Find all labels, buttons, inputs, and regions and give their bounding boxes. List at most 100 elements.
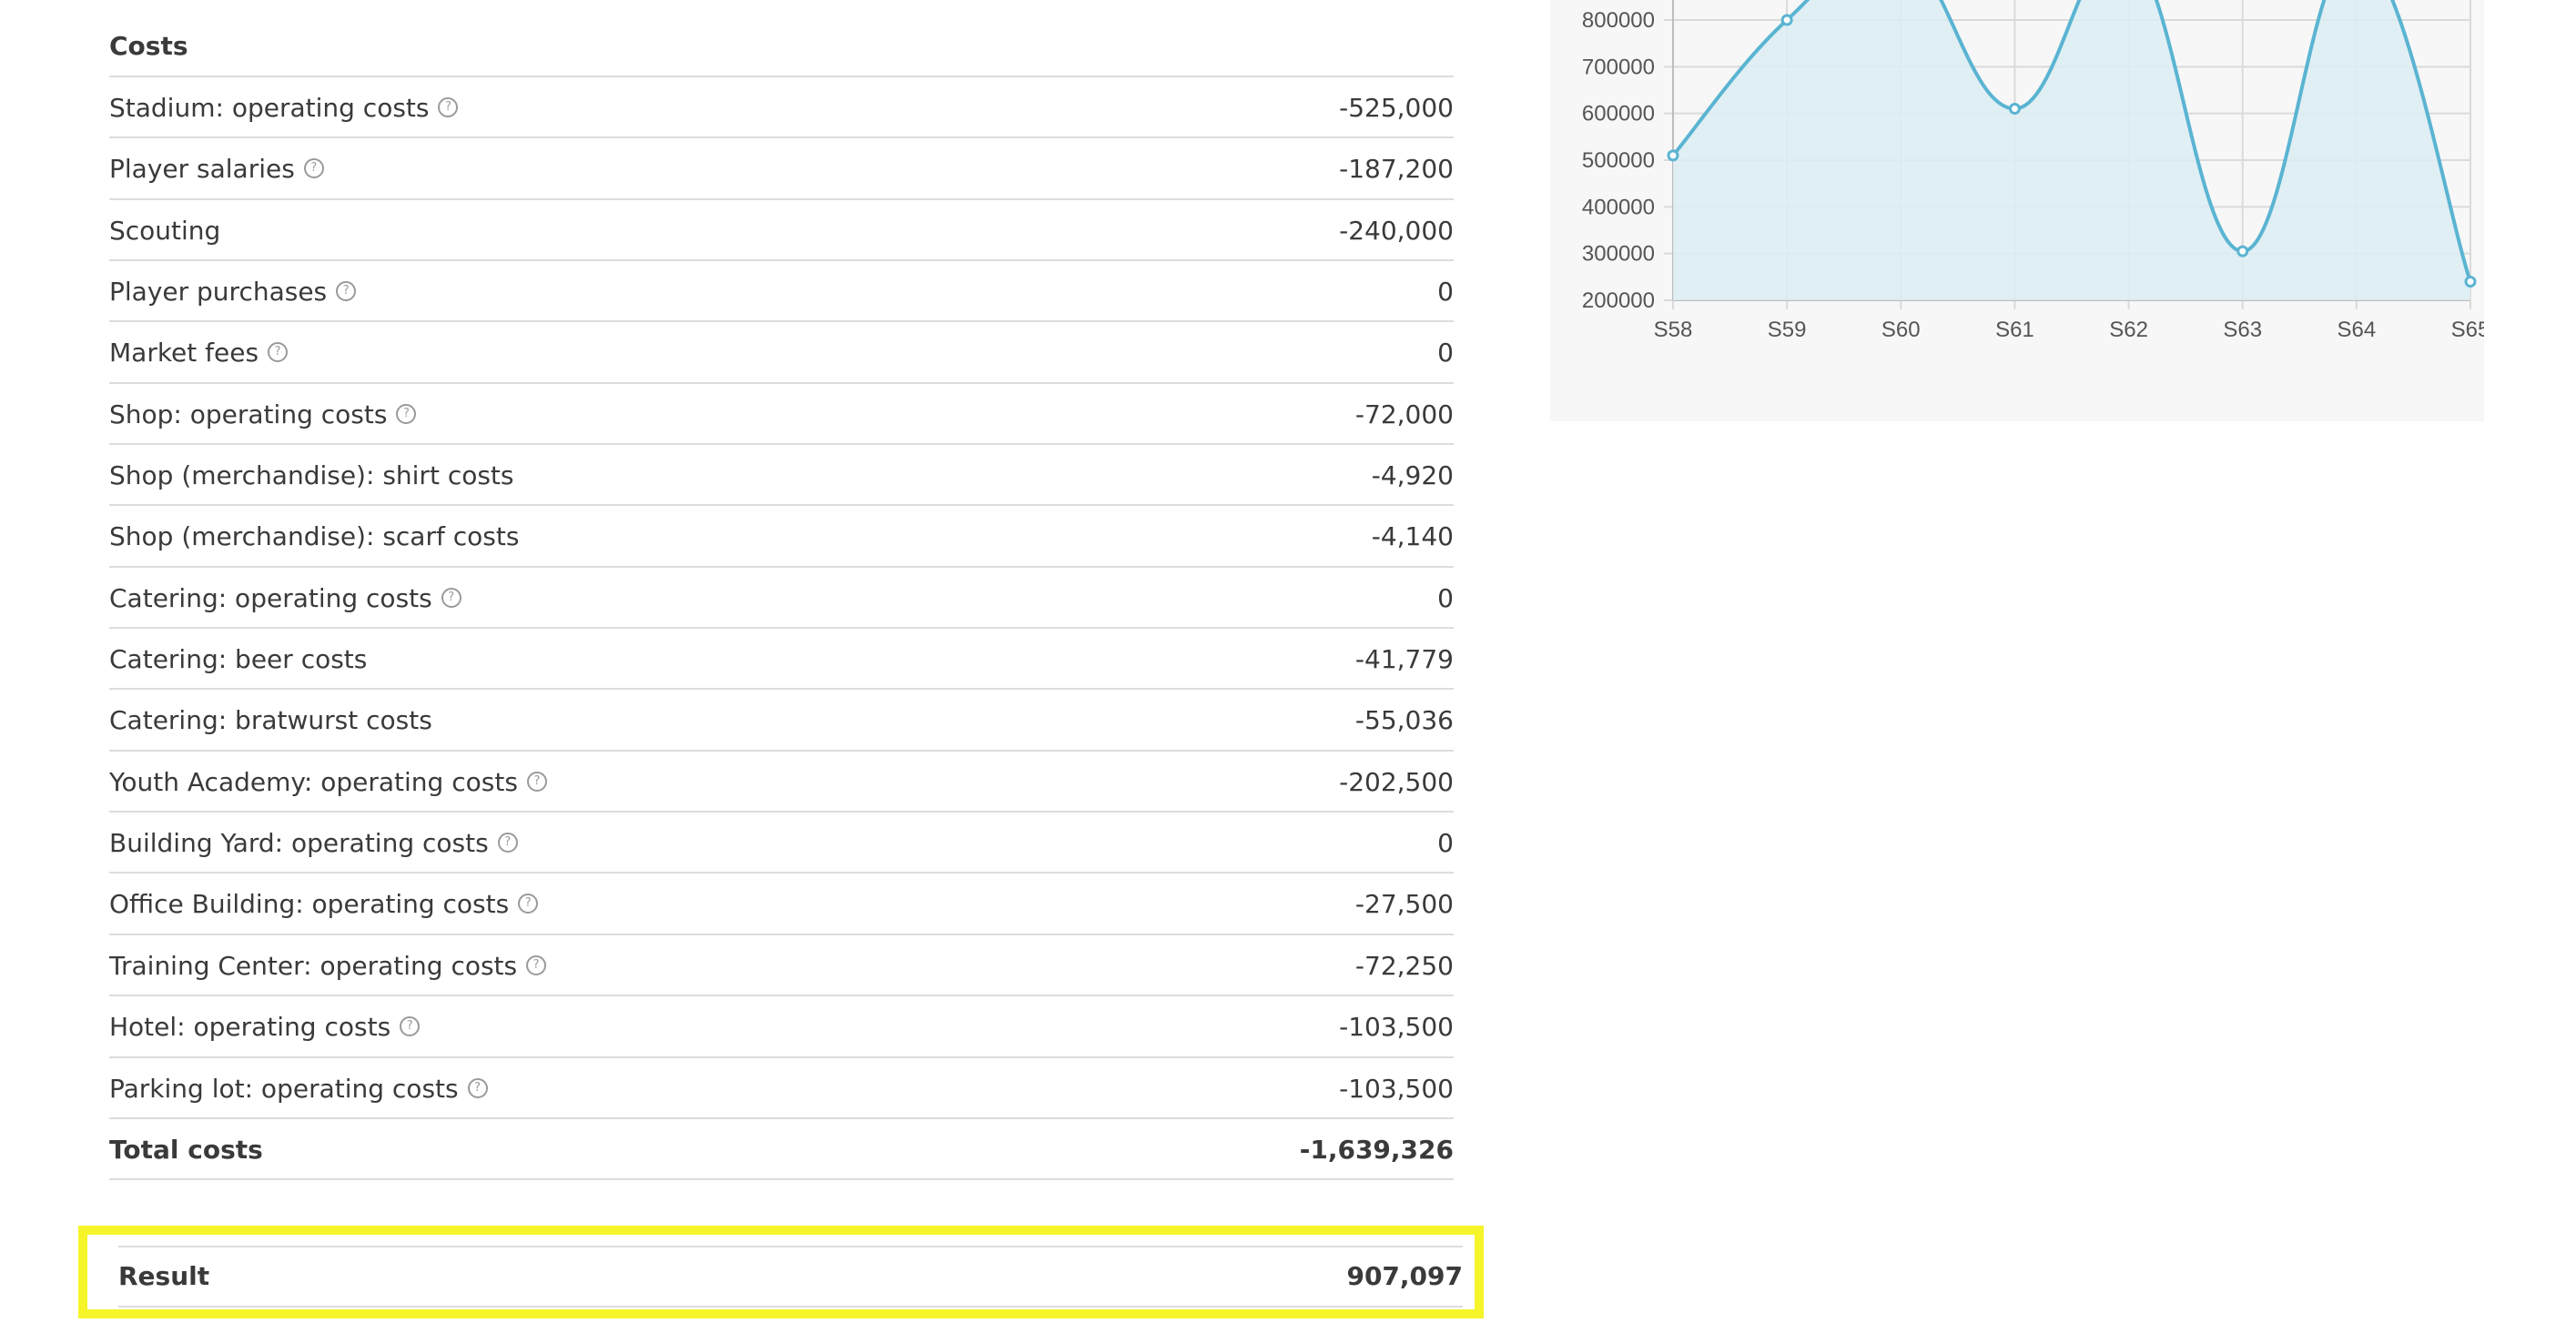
- cost-label-text: Shop (merchandise): scarf costs: [109, 521, 520, 552]
- data-point[interactable]: [1667, 149, 1679, 162]
- result-highlight: Result 907,097: [78, 1226, 1484, 1318]
- cost-label: Shop (merchandise): shirt costs: [109, 445, 514, 506]
- y-tick-label: 300000: [1582, 242, 1655, 267]
- cost-value: 0: [1437, 582, 1454, 613]
- series-area: [1673, 0, 2470, 300]
- x-tick-label: S61: [1995, 318, 2034, 342]
- help-icon[interactable]: ?: [268, 342, 289, 363]
- data-point[interactable]: [2236, 245, 2249, 258]
- cost-label-text: Shop: operating costs: [109, 399, 388, 429]
- help-icon[interactable]: ?: [438, 97, 459, 117]
- costs-table-header: Costs: [109, 15, 1454, 77]
- y-tick-label: 200000: [1582, 288, 1655, 313]
- help-icon[interactable]: ?: [497, 833, 518, 853]
- help-icon[interactable]: ?: [400, 1016, 421, 1037]
- cost-label-text: Hotel: operating costs: [109, 1012, 391, 1043]
- y-tick-label: 800000: [1582, 8, 1655, 33]
- data-point[interactable]: [2464, 275, 2477, 288]
- cost-label: Parking lot: operating costs?: [109, 1058, 488, 1119]
- cost-row: Shop (merchandise): shirt costs -4,920: [109, 445, 1454, 507]
- cost-row: Market fees? 0: [109, 322, 1454, 384]
- cost-label-text: Player purchases: [109, 277, 328, 308]
- help-icon[interactable]: ?: [336, 281, 357, 302]
- cost-label-text: Market fees: [109, 338, 259, 369]
- x-tick-label: S64: [2338, 318, 2377, 342]
- data-point[interactable]: [1780, 14, 1793, 26]
- cost-label-text: Scouting: [109, 215, 221, 246]
- help-icon[interactable]: ?: [467, 1077, 488, 1098]
- x-tick-label: S59: [1768, 318, 1807, 342]
- cost-label-text: Stadium: operating costs: [109, 93, 430, 123]
- cost-row: Training Center: operating costs? -72,250: [109, 935, 1454, 997]
- cost-label-text: Shop (merchandise): shirt costs: [109, 460, 514, 491]
- x-tick-label: S58: [1654, 318, 1693, 342]
- cost-label: Player salaries?: [109, 138, 324, 199]
- cost-label: Shop (merchandise): scarf costs: [109, 506, 519, 567]
- y-tick-label: 500000: [1582, 148, 1655, 173]
- help-icon[interactable]: ?: [441, 587, 461, 608]
- cost-label: Player purchases?: [109, 261, 357, 322]
- cost-value: -55,036: [1354, 705, 1454, 736]
- cost-label: Stadium: operating costs?: [109, 77, 459, 138]
- cost-label-text: Catering: beer costs: [109, 644, 368, 675]
- cost-label-text: Youth Academy: operating costs: [109, 766, 518, 797]
- total-costs-value: -1,639,326: [1299, 1134, 1454, 1165]
- cost-row: Catering: beer costs -41,779: [109, 629, 1454, 691]
- cost-label-text: Catering: operating costs: [109, 582, 432, 613]
- cost-label: Catering: beer costs: [109, 629, 367, 690]
- cost-label-text: Catering: bratwurst costs: [109, 705, 432, 736]
- help-icon[interactable]: ?: [526, 771, 547, 792]
- cost-label: Shop: operating costs?: [109, 384, 417, 445]
- y-tick-label: 600000: [1582, 102, 1655, 126]
- cost-value: -525,000: [1339, 93, 1454, 123]
- cost-row: Building Yard: operating costs? 0: [109, 813, 1454, 874]
- cost-value: -4,920: [1371, 460, 1454, 491]
- cost-label: Office Building: operating costs?: [109, 874, 539, 934]
- x-tick-label: S60: [1881, 318, 1921, 342]
- cost-label-text: Training Center: operating costs: [109, 950, 518, 981]
- result-label: Result: [118, 1261, 210, 1291]
- help-icon[interactable]: ?: [526, 954, 547, 975]
- y-tick-label: 700000: [1582, 55, 1655, 79]
- cost-label-text: Parking lot: operating costs: [109, 1073, 459, 1104]
- costs-table: Costs Stadium: operating costs? -525,000 P…: [109, 15, 1454, 1181]
- result-row: Result 907,097: [118, 1246, 1463, 1308]
- cost-label: Catering: bratwurst costs: [109, 690, 432, 751]
- cost-row: Office Building: operating costs? -27,500: [109, 874, 1454, 935]
- balance-chart: 200000 300000 400000 500000 600000 700000 8000…: [1582, 0, 2484, 342]
- total-costs-row: Total costs -1,639,326: [109, 1119, 1454, 1181]
- cost-label: Building Yard: operating costs?: [109, 813, 518, 874]
- cost-value: 0: [1437, 338, 1454, 369]
- cost-value: -72,000: [1354, 399, 1454, 429]
- result-value: 907,097: [1346, 1261, 1463, 1291]
- help-icon[interactable]: ?: [518, 894, 539, 914]
- cost-value: -103,500: [1339, 1073, 1454, 1104]
- total-costs-label: Total costs: [109, 1134, 263, 1165]
- cost-label-text: Building Yard: operating costs: [109, 828, 489, 859]
- cost-row: Scouting -240,000: [109, 200, 1454, 262]
- cost-row: Shop: operating costs? -72,000: [109, 384, 1454, 446]
- cost-value: -202,500: [1339, 766, 1454, 797]
- help-icon[interactable]: ?: [396, 403, 417, 424]
- cost-label: Catering: operating costs?: [109, 568, 461, 629]
- help-icon[interactable]: ?: [303, 158, 324, 179]
- finances-page: Costs Stadium: operating costs? -525,000 P…: [0, 0, 2576, 1323]
- chart-panel: 200000 300000 400000 500000 600000 700000 8000…: [1550, 0, 2484, 421]
- cost-label: Youth Academy: operating costs?: [109, 752, 547, 813]
- cost-value: 0: [1437, 277, 1454, 308]
- cost-label: Hotel: operating costs?: [109, 996, 421, 1057]
- cost-row: Youth Academy: operating costs? -202,500: [109, 752, 1454, 813]
- x-tick-label: S65: [2451, 318, 2484, 342]
- cost-value: -72,250: [1354, 950, 1454, 981]
- cost-label: Market fees?: [109, 322, 289, 383]
- data-point[interactable]: [2008, 103, 2021, 116]
- cost-value: -103,500: [1339, 1012, 1454, 1043]
- cost-row: Parking lot: operating costs? -103,500: [109, 1058, 1454, 1119]
- cost-row: Stadium: operating costs? -525,000: [109, 77, 1454, 139]
- cost-value: 0: [1437, 828, 1454, 859]
- cost-label: Training Center: operating costs?: [109, 935, 547, 996]
- cost-value: -187,200: [1339, 154, 1454, 185]
- cost-row: Player purchases? 0: [109, 261, 1454, 323]
- cost-row: Catering: operating costs? 0: [109, 568, 1454, 630]
- cost-row: Catering: bratwurst costs -55,036: [109, 690, 1454, 752]
